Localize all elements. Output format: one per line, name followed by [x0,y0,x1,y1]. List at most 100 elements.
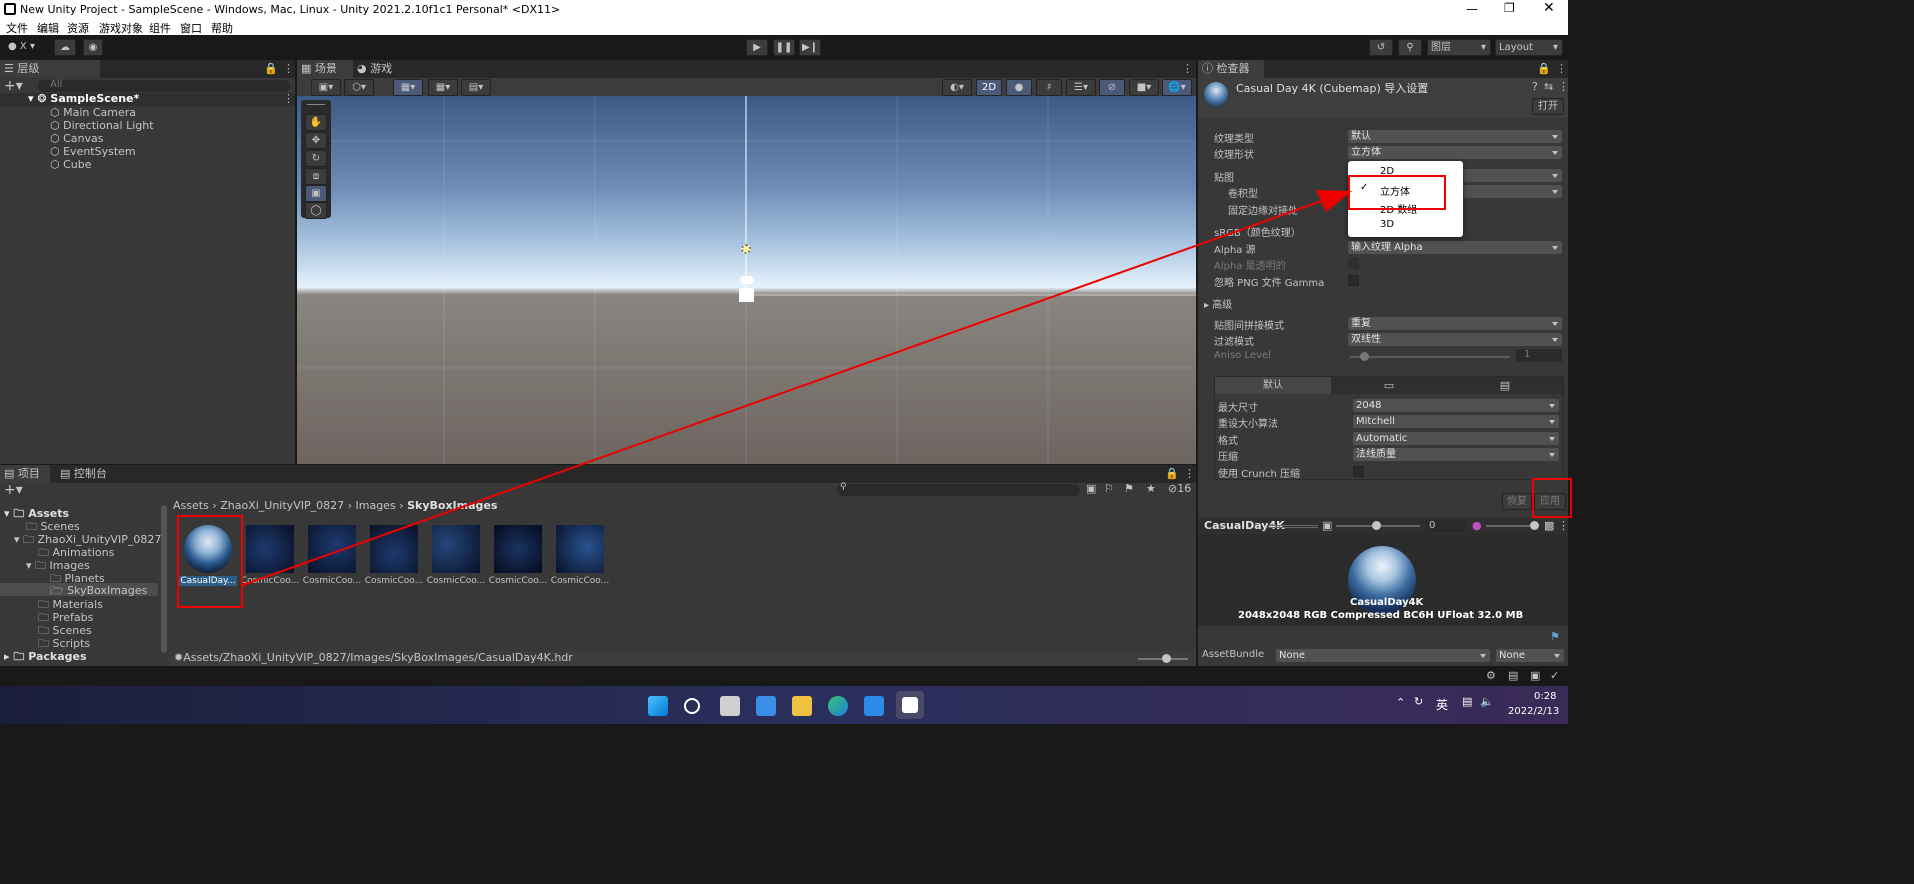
rotate-tool[interactable]: ↻ [305,150,327,167]
shape-option-selected[interactable]: ✓ 立方体 [1348,181,1463,198]
tab-game[interactable]: ◕ 游戏 [353,60,403,78]
hierarchy-item[interactable]: ⬡ Canvas [50,132,103,145]
aniso-value-field[interactable]: 1 [1516,349,1562,362]
ignore-gamma-checkbox[interactable] [1348,275,1359,286]
asset-thumbnail[interactable] [494,525,542,573]
volume-icon[interactable]: 🔈 [1480,695,1494,708]
hidden-count[interactable]: ⊘16 [1168,482,1191,495]
asset-thumbnail[interactable] [184,525,232,573]
ime-indicator[interactable]: 英 [1436,696,1448,713]
lock-icon[interactable]: 🔒 [1537,62,1551,75]
breadcrumb-item[interactable]: ZhaoXi_UnityVIP_0827 [220,499,344,512]
transform-tool[interactable]: ◯ [305,202,327,219]
hierarchy-item[interactable]: ⬡ Main Camera [50,106,136,119]
lock-icon[interactable]: 🔒 [264,62,278,75]
file-explorer-icon[interactable] [792,696,812,716]
shape-option[interactable]: 3D [1348,217,1463,233]
max-size-dropdown[interactable]: 2048 [1353,399,1559,412]
increment-dropdown[interactable]: ▤▾ [461,79,491,96]
tab-platform-server[interactable]: ▤ [1447,377,1563,394]
move-tool[interactable]: ✥ [305,132,327,149]
menu-file[interactable]: 文件 [6,20,28,36]
mip-value-field[interactable]: 0 [1426,520,1466,532]
account-dropdown[interactable]: ● X ▾ [6,39,46,56]
breadcrumb-item[interactable]: Images [356,499,396,512]
hierarchy-scene-row[interactable]: ▾ ❂ SampleScene* ⋮ [0,92,295,106]
texture-type-dropdown[interactable]: 默认 [1348,130,1562,143]
asset-label[interactable]: CasualDay... [178,576,238,586]
clock-date[interactable]: 2022/2/13 [1508,706,1559,717]
tab-project[interactable]: ▤ 项目 [0,465,50,483]
draw-mode-dropdown[interactable]: ▣▾ [311,79,341,96]
menu-assets[interactable]: 资源 [67,20,89,36]
mode-2d-button[interactable]: 2D [976,79,1002,96]
progress-icon[interactable]: ▤ [1508,669,1518,682]
asset-label[interactable]: CosmicCoo... [302,576,362,586]
add-button[interactable]: +▾ [4,78,23,94]
cloud-button[interactable]: ☁ [54,39,76,56]
clock-time[interactable]: 0:28 [1534,691,1556,702]
camera-dropdown[interactable]: ■▾ [1129,79,1159,96]
gizmos-dropdown[interactable]: 🌐▾ [1162,79,1192,96]
tab-platform-standalone[interactable]: ▭ [1331,377,1447,394]
windows-start-icon[interactable] [648,696,668,716]
filter-label-icon[interactable]: ⚐ [1104,482,1114,495]
tab-platform-default[interactable]: 默认 [1215,377,1331,394]
apply-button[interactable]: 应用 [1534,493,1566,510]
widgets-icon[interactable] [756,696,776,716]
tree-item[interactable]: ▸ 🗀 Packages [4,648,87,667]
hand-tool[interactable]: ✋ [305,114,327,131]
network-icon[interactable]: ▤ [1462,695,1472,708]
alpha-source-dropdown[interactable]: 输入纹理 Alpha [1348,241,1562,254]
assetbundle-dropdown[interactable]: None [1276,649,1490,662]
scale-tool[interactable]: ⧈ [305,168,327,185]
lighting-toggle[interactable]: ● [1006,79,1032,96]
more-icon[interactable]: ⋮ [1556,62,1567,75]
add-button[interactable]: +▾ [4,482,23,498]
scene-viewport[interactable]: ✋ ✥ ↻ ⧈ ▣ ◯ [297,96,1196,464]
asset-thumbnail[interactable] [308,525,356,573]
refresh-icon[interactable]: ✓ [1550,669,1559,682]
alpha-toggle-icon[interactable]: ▩ [1544,519,1554,532]
sun-icon[interactable] [741,244,751,254]
tab-inspector[interactable]: ⓘ 检查器 [1198,60,1264,78]
close-icon[interactable]: ✕ [1543,0,1555,16]
render-mode-dropdown[interactable]: ◐▾ [942,79,972,96]
compression-dropdown[interactable]: 法线质量 [1353,448,1559,461]
hierarchy-item[interactable]: ⬡ EventSystem [50,145,136,158]
search-button[interactable]: ⚲ [1398,39,1422,56]
asset-thumbnail[interactable] [432,525,480,573]
bug-icon[interactable]: ⚙ [1486,669,1496,682]
more-icon[interactable]: ⋮ [1558,80,1569,93]
tag-icon[interactable]: ⚑ [1550,630,1560,643]
wrap-mode-dropdown[interactable]: 重复 [1348,317,1562,330]
mip-slider[interactable] [1336,521,1420,530]
layers-dropdown[interactable]: 图层 ▾ [1427,39,1491,56]
asset-label[interactable]: CosmicCoo... [488,576,548,586]
menu-help[interactable]: 帮助 [211,20,233,36]
asset-label[interactable]: CosmicCoo... [240,576,300,586]
maximize-icon[interactable]: ❐ [1504,1,1515,15]
rect-tool[interactable]: ▣ [305,185,327,202]
advanced-foldout[interactable]: ▸ 高级 [1204,296,1232,311]
shading-dropdown[interactable]: ⬡▾ [344,79,374,96]
star-icon[interactable]: ★ [1146,482,1156,495]
snap-dropdown[interactable]: ▦▾ [393,79,423,96]
more-icon[interactable]: ⋮ [283,92,294,105]
exposure-slider[interactable] [1486,521,1539,530]
step-button[interactable]: ▶❙ [799,39,821,56]
hierarchy-item[interactable]: ⬡ Cube [50,158,92,171]
effects-dropdown[interactable]: ☰▾ [1066,79,1096,96]
revert-button[interactable]: 恢复 [1502,493,1532,510]
edge-icon[interactable] [828,696,848,716]
help-icon[interactable]: ? [1532,80,1538,93]
more-icon[interactable]: ⋮ [1558,519,1569,532]
tray-sync-icon[interactable]: ↻ [1414,695,1423,708]
hierarchy-search[interactable]: All [38,79,290,92]
history-button[interactable]: ↺ [1369,39,1393,56]
more-icon[interactable]: ⋮ [1182,62,1193,75]
lock-icon[interactable]: 🔒 [1165,467,1179,480]
cube-gizmo[interactable] [739,288,754,302]
alpha-transparent-checkbox[interactable] [1348,258,1359,269]
tag-icon[interactable]: ⚑ [1124,482,1134,495]
